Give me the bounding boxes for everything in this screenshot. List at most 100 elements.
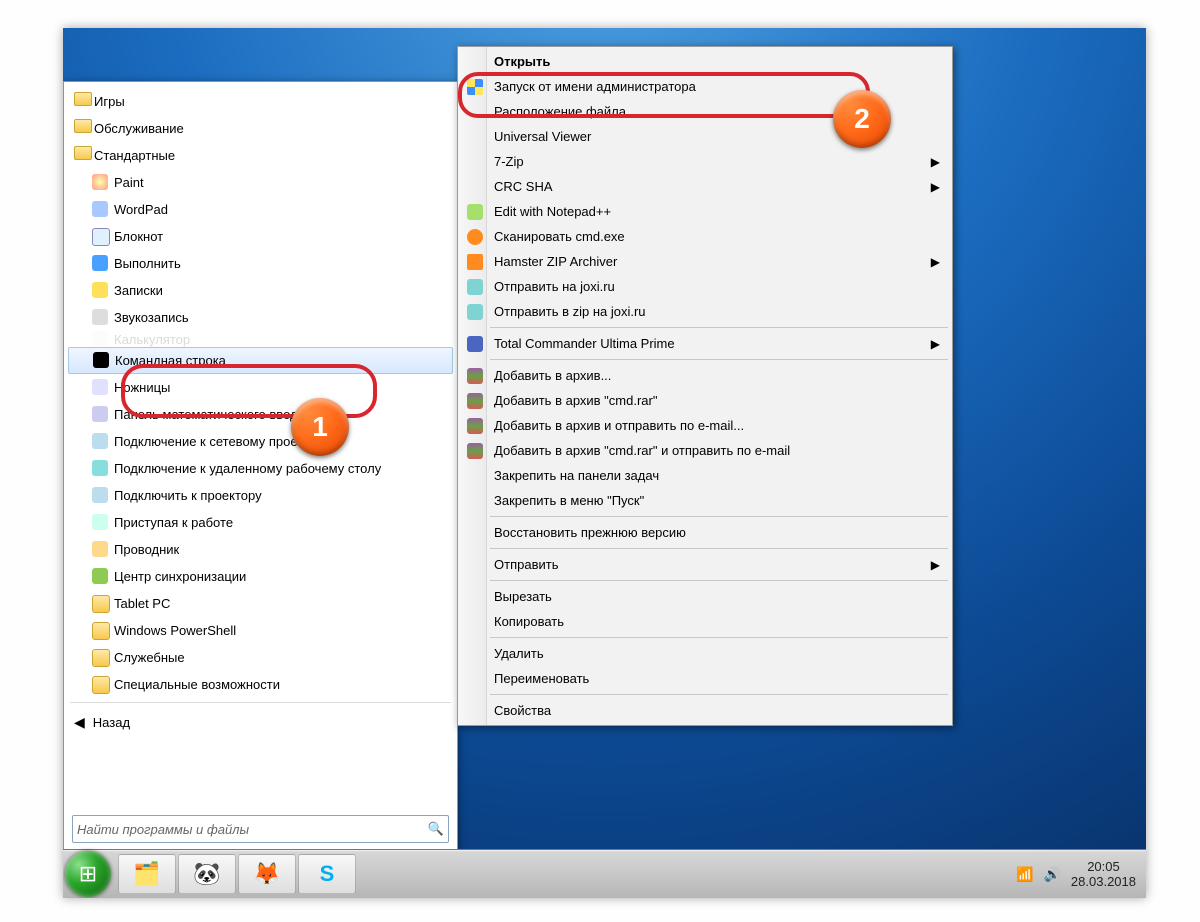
rdp-icon [92, 460, 108, 476]
context-menu-item-label: Отправить в zip на joxi.ru [494, 304, 646, 319]
start-folder-system-tools[interactable]: Служебные [68, 644, 453, 671]
program-notepad[interactable]: Блокнот [68, 223, 453, 250]
context-menu-item[interactable]: Добавить в архив и отправить по e-mail..… [460, 413, 950, 438]
context-menu: ОткрытьЗапуск от имени администратораРас… [457, 46, 953, 726]
program-label: Ножницы [114, 380, 170, 395]
context-menu-item[interactable]: Восстановить прежнюю версию [460, 520, 950, 545]
npp-icon [466, 203, 484, 221]
context-menu-separator [490, 637, 948, 638]
program-label: WordPad [114, 202, 168, 217]
context-menu-separator [490, 359, 948, 360]
context-menu-item-label: Добавить в архив "cmd.rar" [494, 393, 657, 408]
context-menu-item[interactable]: Edit with Notepad++ [460, 199, 950, 224]
program-remote-desktop[interactable]: Подключение к удаленному рабочему столу [68, 455, 453, 482]
program-run[interactable]: Выполнить [68, 250, 453, 277]
context-menu-item[interactable]: Total Commander Ultima Prime▶ [460, 331, 950, 356]
context-menu-item[interactable]: Отправить на joxi.ru [460, 274, 950, 299]
context-menu-item-label: Переименовать [494, 671, 589, 686]
context-menu-item[interactable]: Переименовать [460, 666, 950, 691]
search-input[interactable]: Найти программы и файлы 🔍 [72, 815, 449, 843]
context-menu-separator [490, 694, 948, 695]
context-menu-item[interactable]: CRC SHA▶ [460, 174, 950, 199]
folder-icon [92, 676, 110, 694]
program-math-input[interactable]: Панель математического ввода [68, 401, 453, 428]
microphone-icon [92, 309, 108, 325]
context-menu-item[interactable]: Копировать [460, 609, 950, 634]
context-menu-item[interactable]: Hamster ZIP Archiver▶ [460, 249, 950, 274]
taskbar-app-skype[interactable]: S [298, 854, 356, 894]
program-paint[interactable]: Paint [68, 169, 453, 196]
folder-label: Windows PowerShell [114, 623, 236, 638]
program-command-prompt[interactable]: Командная строка [68, 347, 453, 374]
folder-icon [92, 649, 110, 667]
projector-icon [92, 433, 108, 449]
back-label: Назад [93, 715, 130, 730]
program-connect-projector[interactable]: Подключить к проектору [68, 482, 453, 509]
program-getting-started[interactable]: Приступая к работе [68, 509, 453, 536]
context-menu-item[interactable]: Universal Viewer [460, 124, 950, 149]
program-label: Подключение к сетевому проектору [114, 434, 330, 449]
context-menu-item[interactable]: Закрепить на панели задач [460, 463, 950, 488]
taskbar-app-firefox[interactable]: 🦊 [238, 854, 296, 894]
context-menu-item[interactable]: Свойства [460, 698, 950, 723]
folder-label: Служебные [114, 650, 185, 665]
taskbar-app-explorer[interactable]: 🗂️ [118, 854, 176, 894]
run-icon [92, 255, 108, 271]
context-menu-item[interactable]: Вырезать [460, 584, 950, 609]
screen-capture: Игры Обслуживание Стандартные Paint Word… [63, 28, 1146, 898]
program-sound-recorder[interactable]: Звукозапись [68, 304, 453, 331]
submenu-arrow-icon: ▶ [931, 558, 940, 572]
context-menu-item-label: Добавить в архив... [494, 368, 611, 383]
network-icon[interactable]: 📶 [1016, 866, 1033, 883]
paint-icon [92, 174, 108, 190]
math-panel-icon [92, 406, 108, 422]
program-calculator[interactable]: Калькулятор [68, 331, 453, 347]
program-sticky-notes[interactable]: Записки [68, 277, 453, 304]
folder-label: Стандартные [94, 148, 175, 163]
context-menu-item[interactable]: Запуск от имени администратора [460, 74, 950, 99]
search-wrap: Найти программы и файлы 🔍 [64, 807, 457, 851]
context-menu-item[interactable]: Добавить в архив "cmd.rar" [460, 388, 950, 413]
taskbar-clock[interactable]: 20:05 28.03.2018 [1071, 859, 1136, 889]
context-menu-item[interactable]: Добавить в архив... [460, 363, 950, 388]
program-wordpad[interactable]: WordPad [68, 196, 453, 223]
taskbar-app-panda[interactable]: 🐼 [178, 854, 236, 894]
back-button[interactable]: ◀ Назад [68, 707, 453, 737]
start-folder-ease-of-access[interactable]: Специальные возможности [68, 671, 453, 698]
context-menu-item[interactable]: Расположение файла [460, 99, 950, 124]
program-network-projector[interactable]: Подключение к сетевому проектору [68, 428, 453, 455]
context-menu-item-label: Вырезать [494, 589, 552, 604]
program-label: Центр синхронизации [114, 569, 246, 584]
start-folder-tablet-pc[interactable]: Tablet PC [68, 590, 453, 617]
rar-icon [466, 442, 484, 460]
context-menu-item-label: Закрепить в меню "Пуск" [494, 493, 644, 508]
folder-icon [74, 92, 92, 106]
context-menu-item[interactable]: Открыть [460, 49, 950, 74]
start-menu-all-programs: Игры Обслуживание Стандартные Paint Word… [63, 81, 458, 852]
start-folder-powershell[interactable]: Windows PowerShell [68, 617, 453, 644]
folder-icon [92, 622, 110, 640]
start-folder-accessories[interactable]: Стандартные [68, 142, 453, 169]
program-explorer[interactable]: Проводник [68, 536, 453, 563]
search-icon: 🔍 [428, 821, 444, 837]
context-menu-item[interactable]: Добавить в архив "cmd.rar" и отправить п… [460, 438, 950, 463]
folder-icon [92, 595, 110, 613]
context-menu-item[interactable]: 7-Zip▶ [460, 149, 950, 174]
context-menu-separator [490, 548, 948, 549]
context-menu-item[interactable]: Удалить [460, 641, 950, 666]
context-menu-item-label: Total Commander Ultima Prime [494, 336, 675, 351]
folder-icon [74, 119, 92, 133]
program-snipping-tool[interactable]: Ножницы [68, 374, 453, 401]
shield-icon [466, 78, 484, 96]
program-sync-center[interactable]: Центр синхронизации [68, 563, 453, 590]
context-menu-item[interactable]: Отправить в zip на joxi.ru [460, 299, 950, 324]
context-menu-item[interactable]: Отправить▶ [460, 552, 950, 577]
volume-icon[interactable]: 🔊 [1043, 866, 1060, 883]
start-button[interactable] [65, 851, 111, 897]
context-menu-item[interactable]: Сканировать cmd.exe [460, 224, 950, 249]
start-folder-maintenance[interactable]: Обслуживание [68, 115, 453, 142]
context-menu-item[interactable]: Закрепить в меню "Пуск" [460, 488, 950, 513]
start-folder-games[interactable]: Игры [68, 88, 453, 115]
context-menu-item-label: Закрепить на панели задач [494, 468, 659, 483]
context-menu-item-label: Добавить в архив и отправить по e-mail..… [494, 418, 744, 433]
